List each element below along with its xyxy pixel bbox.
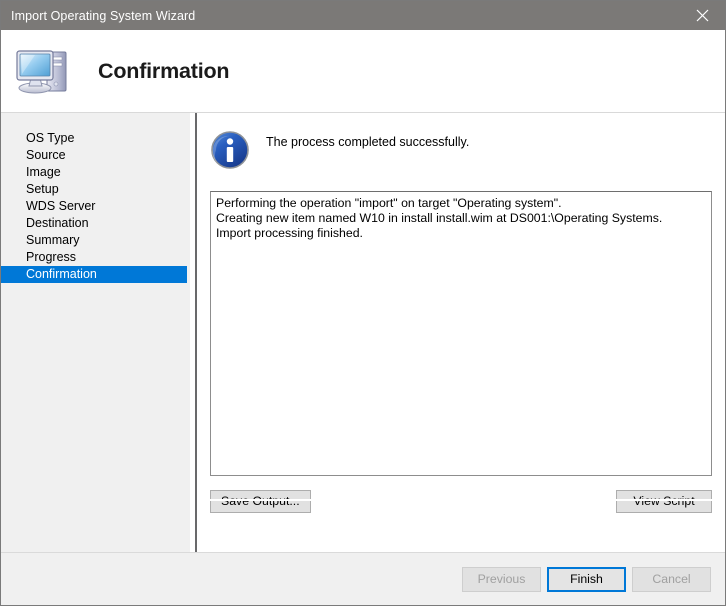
auxiliary-buttons: Save Output... View Script [210, 490, 712, 513]
title-bar: Import Operating System Wizard [1, 1, 725, 30]
status-message: The process completed successfully. [266, 135, 470, 149]
sidebar-item-destination[interactable]: Destination [1, 215, 190, 232]
sidebar-item-wds-server[interactable]: WDS Server [1, 198, 190, 215]
sidebar-item-image[interactable]: Image [1, 164, 190, 181]
window-title: Import Operating System Wizard [11, 8, 196, 23]
sidebar-divider [190, 113, 197, 552]
sidebar-item-confirmation[interactable]: Confirmation [1, 266, 187, 283]
wizard-body: OS Type Source Image Setup WDS Server De… [1, 113, 725, 552]
computer-icon [14, 42, 76, 100]
sidebar-item-source[interactable]: Source [1, 147, 190, 164]
view-script-button[interactable]: View Script [616, 490, 712, 513]
content-pane: The process completed successfully. Perf… [197, 113, 725, 552]
output-log-box[interactable]: Performing the operation "import" on tar… [210, 191, 712, 476]
save-output-button[interactable]: Save Output... [210, 490, 311, 513]
wizard-steps-sidebar: OS Type Source Image Setup WDS Server De… [1, 113, 190, 552]
wizard-window: Import Operating System Wizard Confirmat… [0, 0, 726, 606]
previous-button: Previous [462, 566, 541, 592]
sidebar-item-summary[interactable]: Summary [1, 232, 190, 249]
page-title: Confirmation [98, 58, 230, 83]
cancel-button: Cancel [632, 566, 711, 592]
sidebar-item-os-type[interactable]: OS Type [1, 130, 190, 147]
wizard-header: Confirmation [1, 30, 725, 113]
output-line: Creating new item named W10 in install i… [216, 211, 663, 225]
output-line: Import processing finished. [216, 226, 363, 240]
content-separator [197, 499, 725, 501]
output-line: Performing the operation "import" on tar… [216, 196, 562, 210]
finish-button[interactable]: Finish [547, 566, 626, 592]
status-row: The process completed successfully. [197, 113, 725, 191]
info-icon [210, 130, 250, 170]
close-button[interactable] [679, 1, 725, 30]
sidebar-item-progress[interactable]: Progress [1, 249, 190, 266]
sidebar-item-setup[interactable]: Setup [1, 181, 190, 198]
wizard-footer: Previous Finish Cancel [1, 552, 725, 605]
close-icon [696, 9, 709, 22]
